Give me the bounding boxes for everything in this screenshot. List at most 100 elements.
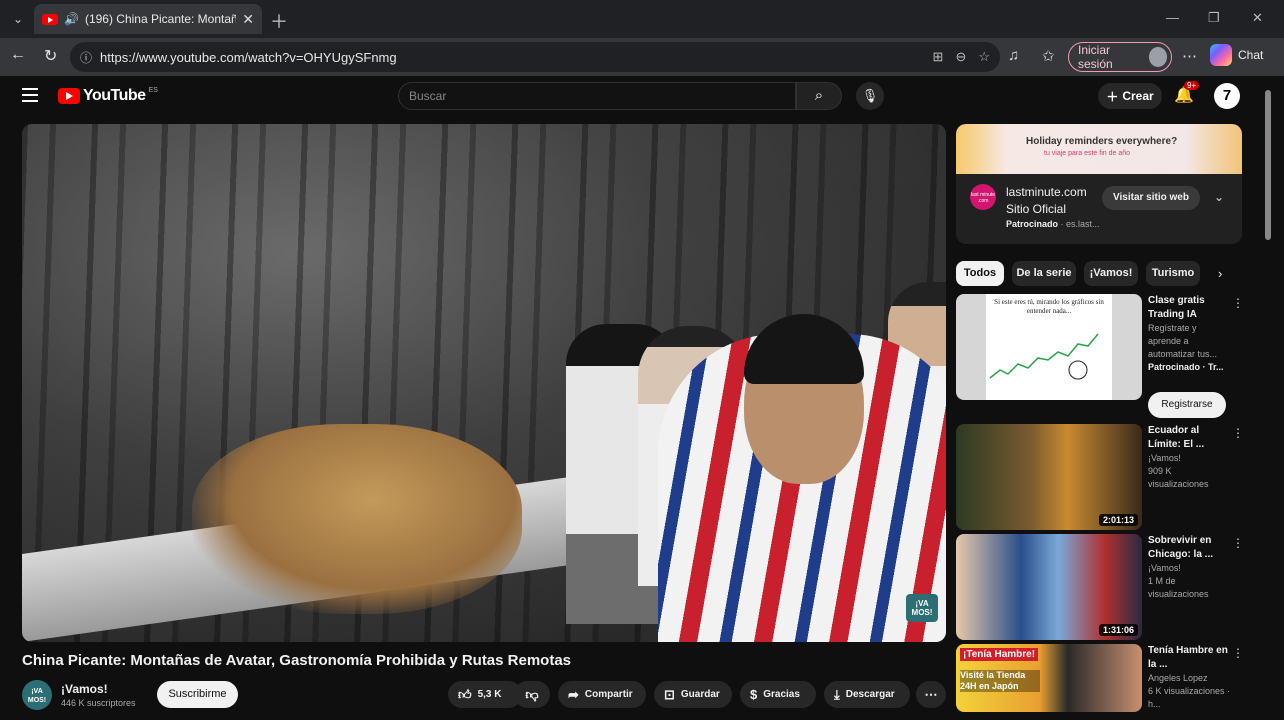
rec-more-icon[interactable]: ⋮ [1232, 646, 1244, 660]
list-item[interactable]: Si este eres tú, mirando los gráficos si… [956, 294, 1244, 420]
rec-views: 909 K visualizaciones [1148, 466, 1209, 489]
create-button[interactable]: ＋ Crear [1098, 83, 1162, 109]
list-item[interactable]: 2:01:13 Ecuador al Límite: El ... ¡Vamos… [956, 424, 1244, 530]
subscribe-button[interactable]: Suscribirme [157, 681, 238, 708]
account-avatar[interactable]: 7 [1214, 83, 1240, 109]
register-button[interactable]: Registrarse [1148, 392, 1226, 418]
channel-watermark[interactable]: ¡VA MOS! [906, 594, 938, 622]
channel-name[interactable]: ¡Vamos! [61, 682, 108, 696]
voice-search-button[interactable]: 🎙 [856, 82, 884, 110]
rec-meta: Ecuador al Límite: El ... ¡Vamos! 909 K … [1148, 424, 1232, 491]
youtube-logo[interactable]: YouTube ES [58, 87, 158, 105]
sidebar-ad[interactable]: Holiday reminders everywhere? tu viaje p… [956, 124, 1242, 244]
chip-todos[interactable]: Todos [956, 261, 1004, 286]
app-available-icon[interactable]: ⊞ [933, 49, 944, 65]
rec-title[interactable]: Ecuador al Límite: El ... [1148, 424, 1232, 452]
chevron-down-icon[interactable]: ⌄ [1214, 190, 1224, 204]
download-button[interactable]: ⤓ Descargar [824, 681, 910, 708]
like-button[interactable]: 👍︎ 5,3 K [448, 681, 522, 708]
menu-icon[interactable] [22, 88, 38, 106]
rec-more-icon[interactable]: ⋮ [1232, 296, 1244, 310]
zoom-icon[interactable]: ⊖ [955, 49, 966, 65]
tab-list-chevron-icon[interactable]: ⌄ [6, 8, 30, 30]
rec-more-icon[interactable]: ⋮ [1232, 426, 1244, 440]
rec-thumbnail[interactable]: Si este eres tú, mirando los gráficos si… [956, 294, 1142, 400]
rec-thumbnail[interactable]: 1:31:06 [956, 534, 1142, 640]
save-button[interactable]: ⊡ Guardar [654, 681, 732, 708]
new-tab-icon[interactable]: ＋ [270, 8, 288, 34]
media-control-icon[interactable]: ♫ [1008, 47, 1019, 64]
thumbs-up-icon: 👍︎ [458, 686, 472, 702]
back-arrow-icon[interactable]: ← [10, 46, 26, 64]
address-bar[interactable]: ⓘ https://www.youtube.com/watch?v=OHYUgy… [70, 42, 1000, 72]
rec-more-icon[interactable]: ⋮ [1232, 536, 1244, 550]
channel-avatar[interactable]: ¡VA MOS! [22, 680, 52, 710]
profile-avatar [1148, 47, 1167, 67]
share-arrow-icon: ➦ [568, 686, 579, 702]
favorites-icon[interactable]: ✩ [1042, 47, 1055, 65]
rec-thumbnail[interactable]: 2:01:13 [956, 424, 1142, 530]
minimize-icon[interactable]: — [1166, 10, 1179, 25]
site-info-icon[interactable]: ⓘ [80, 49, 92, 66]
tab-close-icon[interactable]: ✕ [242, 11, 254, 28]
favorite-star-icon[interactable]: ☆ [978, 49, 990, 65]
logo-country-code: ES [148, 87, 158, 94]
page-scrollbar[interactable] [1264, 84, 1272, 714]
browser-tab-active[interactable]: 🔊 (196) China Picante: Montañas de Avata… [34, 4, 262, 34]
chip-de-la-serie[interactable]: De la serie [1012, 261, 1076, 286]
more-actions-button[interactable]: ⋯ [916, 681, 946, 708]
window-close-icon[interactable]: ✕ [1252, 10, 1263, 26]
ad-banner-line1: Holiday reminders everywhere? [1026, 136, 1178, 147]
rec-title[interactable]: Sobrevivir en Chicago: la ... [1148, 534, 1232, 562]
rec-meta: Tenía Hambre en la ... Angeles Lopez 6 K… [1148, 644, 1232, 711]
rec-channel[interactable]: ¡Vamos! [1148, 452, 1232, 465]
video-frame-monkey [192, 424, 522, 614]
more-dots-icon: ⋯ [924, 686, 938, 702]
notifications-button[interactable]: 🔔 9+ [1174, 81, 1200, 105]
audio-playing-icon[interactable]: 🔊 [64, 12, 79, 26]
sponsored-label: Patrocinado [1006, 219, 1059, 229]
create-label: Crear [1122, 89, 1154, 103]
more-menu-icon[interactable]: ⋯ [1182, 47, 1197, 65]
copilot-chat-button[interactable]: Chat [1210, 44, 1263, 66]
rec-channel[interactable]: ¡Vamos! [1148, 562, 1232, 575]
rec-description: Regístrate y aprende a automatizar tus..… [1148, 323, 1218, 359]
rec-thumbnail[interactable]: ¡Tenía Hambre! Visité la Tienda 24H en J… [956, 644, 1142, 712]
rec-channel[interactable]: Angeles Lopez [1148, 672, 1232, 685]
restore-icon[interactable]: ❐ [1208, 10, 1220, 26]
visit-site-button[interactable]: Visitar sitio web [1102, 186, 1200, 210]
ad-banner[interactable]: Holiday reminders everywhere? tu viaje p… [956, 124, 1242, 174]
chip-turismo[interactable]: Turismo [1146, 261, 1200, 286]
rec-title[interactable]: Tenía Hambre en la ... [1148, 644, 1232, 672]
search-button[interactable]: ⌕ [796, 82, 842, 110]
list-item[interactable]: ¡Tenía Hambre! Visité la Tienda 24H en J… [956, 644, 1244, 714]
trading-chart-panel: Si este eres tú, mirando los gráficos si… [986, 294, 1112, 400]
youtube-favicon-icon [42, 13, 58, 25]
chip-vamos[interactable]: ¡Vamos! [1084, 261, 1138, 286]
scrollbar-thumb[interactable] [1265, 90, 1271, 240]
advertiser-logo: last minute .com [970, 184, 996, 210]
youtube-play-icon [58, 88, 80, 104]
thanks-button[interactable]: $ Gracias [740, 681, 816, 708]
url-text[interactable]: https://www.youtube.com/watch?v=OHYUgySF… [100, 50, 921, 65]
download-label: Descargar [845, 689, 895, 700]
list-item[interactable]: 1:31:06 Sobrevivir en Chicago: la ... ¡V… [956, 534, 1244, 640]
rec-meta: Clase gratis Trading IA Regístrate y apr… [1148, 294, 1232, 374]
dislike-button[interactable]: 👎︎ [514, 681, 550, 708]
signin-button[interactable]: Iniciar sesión [1068, 42, 1172, 72]
browser-toolbar: ← ↻ ⓘ https://www.youtube.com/watch?v=OH… [0, 38, 1284, 76]
advertiser-name: lastminute.com [1006, 185, 1087, 199]
share-button[interactable]: ➦ Compartir [558, 681, 646, 708]
video-title: China Picante: Montañas de Avatar, Gastr… [22, 652, 572, 669]
chevron-right-icon[interactable]: › [1218, 266, 1222, 281]
rec-title[interactable]: Clase gratis Trading IA [1148, 294, 1232, 322]
youtube-masthead: YouTube ES Buscar ⌕ 🎙 ＋ Crear 🔔 9+ 7 [0, 76, 1284, 120]
reload-icon[interactable]: ↻ [44, 46, 57, 66]
super-thanks-icon: $ [750, 687, 758, 702]
rec-meta: Sobrevivir en Chicago: la ... ¡Vamos! 1 … [1148, 534, 1232, 601]
video-player[interactable]: ¡VA MOS! [22, 124, 946, 642]
search-input[interactable]: Buscar [398, 82, 796, 110]
rec-thumb-headline: ¡Tenía Hambre! [960, 648, 1039, 661]
rec-views: 6 K visualizaciones · h... [1148, 686, 1231, 709]
tab-title: (196) China Picante: Montañas de Avatar [84, 12, 237, 26]
